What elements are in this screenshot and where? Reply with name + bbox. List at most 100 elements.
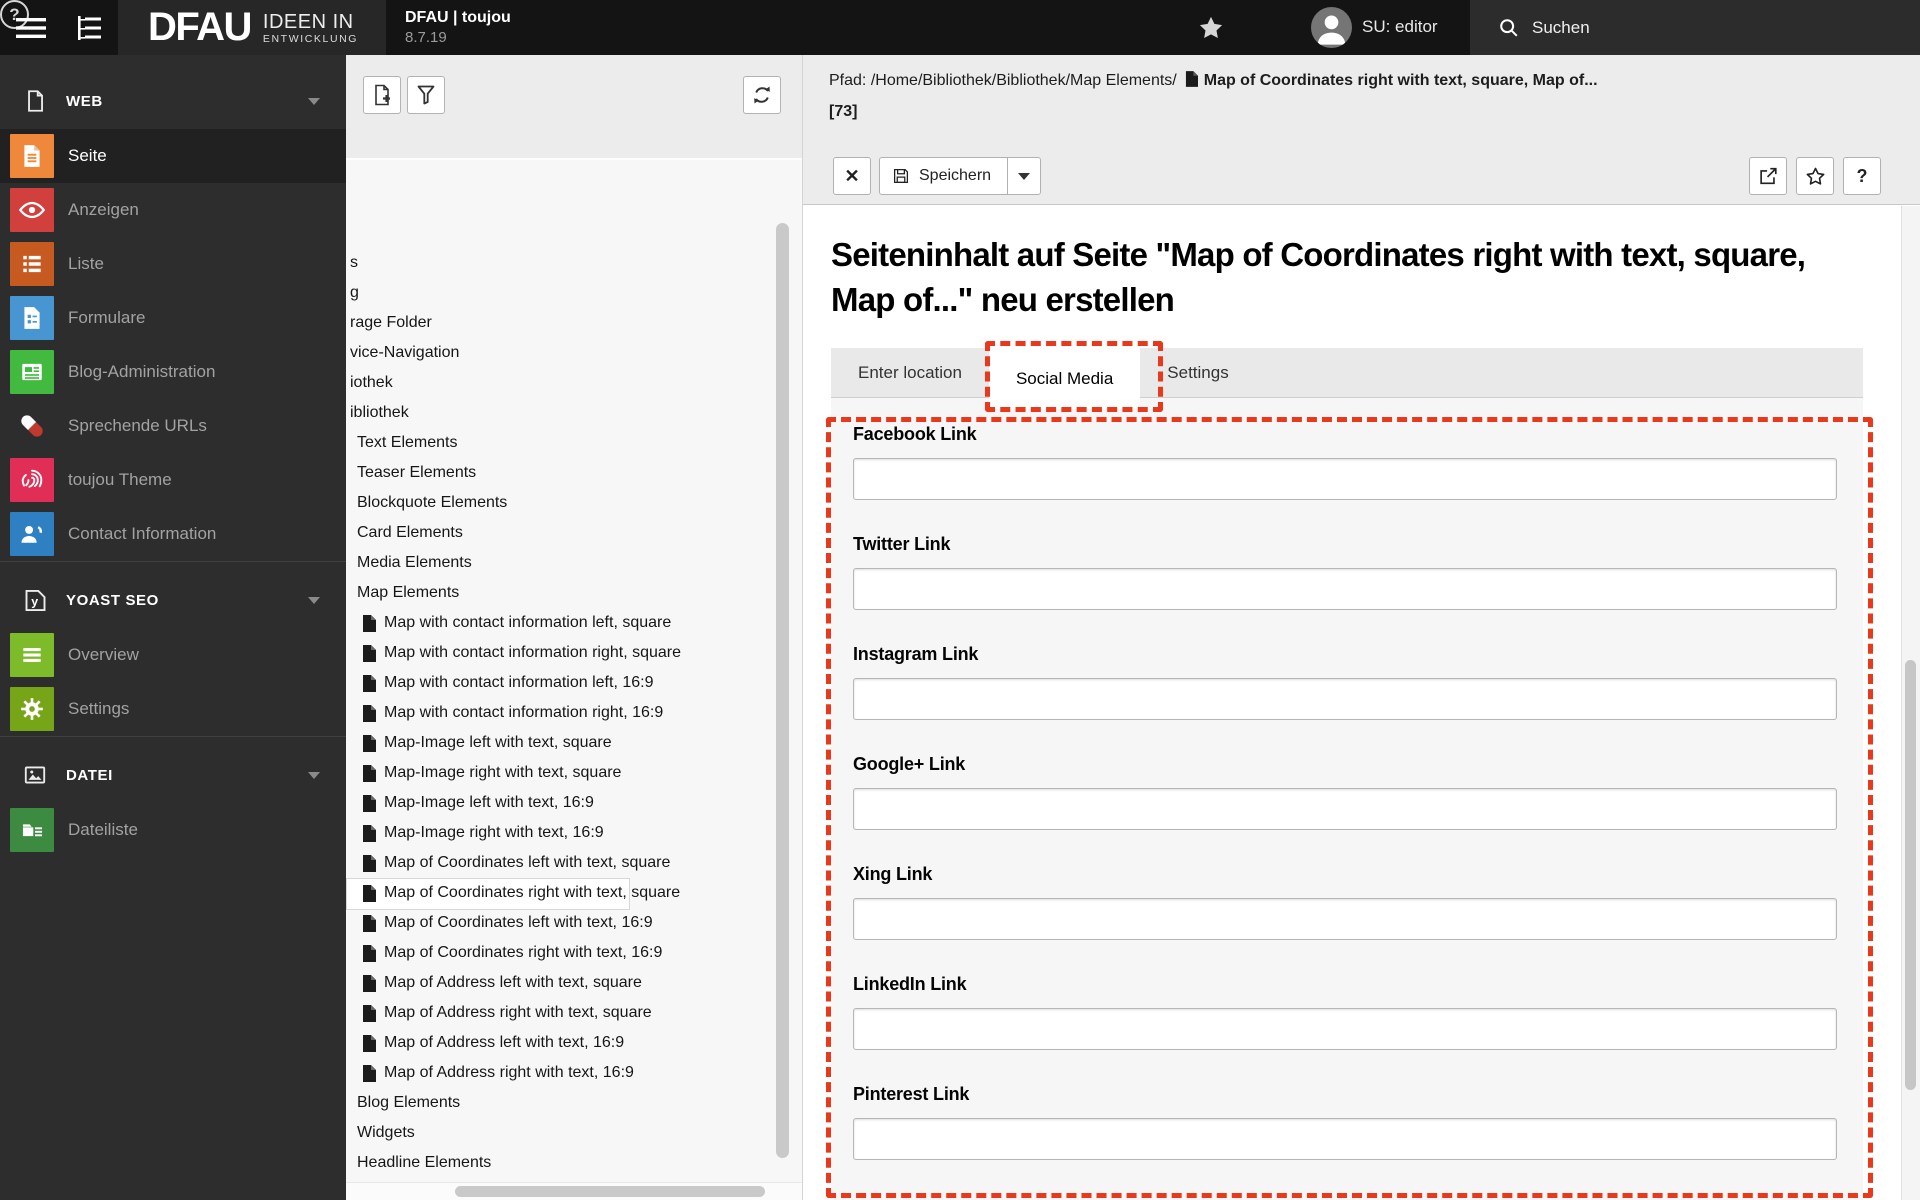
page-file-icon [362, 974, 376, 992]
search-button[interactable]: Suchen [1470, 0, 1920, 55]
sidebar-item-liste[interactable]: Liste [0, 237, 346, 291]
tree-item-vice-navigation[interactable]: vice-Navigation [346, 338, 784, 368]
refresh-icon[interactable] [743, 76, 781, 114]
tree-item-map-image-left-with-text-16-9[interactable]: Map-Image left with text, 16:9 [346, 788, 784, 818]
tree-item-label: Media Elements [357, 554, 472, 571]
tree-item-label: Map of Coordinates left with text, 16:9 [384, 914, 653, 931]
tree-item-map-with-contact-information-right-square[interactable]: Map with contact information right, squa… [346, 638, 784, 668]
docs-list-icon[interactable] [76, 15, 104, 41]
filter-icon[interactable] [407, 76, 445, 114]
tab-enter-location[interactable]: Enter location [831, 348, 989, 398]
sidebar-item-dateiliste[interactable]: Dateiliste [0, 803, 346, 857]
tree-item-map-elements[interactable]: Map Elements [346, 578, 784, 608]
tree-item-blog-elements[interactable]: Blog Elements [346, 1088, 784, 1118]
page-file-icon [362, 854, 376, 872]
tree-item-rage-folder[interactable]: rage Folder [346, 308, 784, 338]
save-label: Speichern [919, 167, 992, 184]
logged-in-user[interactable]: SU: editor [1362, 17, 1438, 37]
tree-item-card-elements[interactable]: Card Elements [346, 518, 784, 548]
sidebar-item-formulare[interactable]: Formulare [0, 291, 346, 345]
dfau-logo: DFAU IDEEN IN ENTWICKLUNG [118, 0, 386, 55]
sidebar-item-anzeigen[interactable]: Anzeigen [0, 183, 346, 237]
close-button[interactable]: ✕ [833, 157, 871, 195]
tree-item-map-of-address-left-with-text-16-9[interactable]: Map of Address left with text, 16:9 [346, 1028, 784, 1058]
tree-item-map-of-coordinates-right-with-text-square[interactable]: Map of Coordinates right with text, squa… [346, 878, 784, 910]
tree-item-headline-elements[interactable]: Headline Elements [346, 1148, 784, 1178]
search-icon [1498, 17, 1520, 39]
tree-item-iothek[interactable]: iothek [346, 368, 784, 398]
tree-item-map-of-coordinates-left-with-text-16-9[interactable]: Map of Coordinates left with text, 16:9 [346, 908, 784, 938]
tree-item-text-elements[interactable]: Text Elements [346, 428, 784, 458]
tree-item-map-with-contact-information-left-16-9[interactable]: Map with contact information left, 16:9 [346, 668, 784, 698]
sidebar-item-seite[interactable]: Seite [0, 129, 346, 183]
page-title: Seiteninhalt auf Seite "Map of Coordinat… [831, 236, 1806, 318]
tree-item-map-with-contact-information-right-16-9[interactable]: Map with contact information right, 16:9 [346, 698, 784, 728]
facebook-link-input[interactable] [853, 458, 1837, 500]
tree-item-g[interactable]: g [346, 278, 784, 308]
save-button[interactable]: Speichern [879, 157, 1009, 195]
tree-item-map-of-address-right-with-text-16-9[interactable]: Map of Address right with text, 16:9 [346, 1058, 784, 1088]
save-options-caret[interactable] [1007, 157, 1042, 195]
content-scrollbar[interactable] [1905, 660, 1916, 1090]
new-page-icon[interactable] [363, 76, 401, 114]
tree-item-s[interactable]: s [346, 248, 784, 278]
instagram-link-input[interactable] [853, 678, 1837, 720]
sidebar-item-sprechende-urls[interactable]: Sprechende URLs [0, 399, 346, 453]
tree-item-widgets[interactable]: Widgets [346, 1118, 784, 1148]
tree-vertical-scrollbar[interactable] [776, 223, 789, 1158]
tree-item-map-image-right-with-text-square[interactable]: Map-Image right with text, square [346, 758, 784, 788]
tree-item-label: Map-Image right with text, square [384, 764, 622, 781]
menu-section-header-web[interactable]: WEB [0, 73, 346, 129]
menu-section-header-yoast-seo[interactable]: y YOAST SEO [0, 572, 346, 628]
help-button[interactable]: ? [1843, 157, 1881, 195]
linkedin-link-input[interactable] [853, 1008, 1837, 1050]
pinterest-link-input[interactable] [853, 1118, 1837, 1160]
page-file-icon [362, 644, 376, 662]
google-link-input[interactable] [853, 788, 1837, 830]
tree-item-map-of-coordinates-right-with-text-16-9[interactable]: Map of Coordinates right with text, 16:9 [346, 938, 784, 968]
twitter-link-input[interactable] [853, 568, 1837, 610]
tab-social-media[interactable]: Social Media [988, 348, 1141, 409]
sidebar-item-blog-administration[interactable]: Blog-Administration [0, 345, 346, 399]
menu-section-header-datei[interactable]: DATEI [0, 747, 346, 803]
open-in-new-window-button[interactable] [1749, 157, 1787, 195]
page-file-icon [362, 794, 376, 812]
menu-lines-icon [10, 633, 54, 677]
chevron-down-icon [308, 771, 320, 779]
field-label-instagram-link: Instagram Link [853, 644, 979, 664]
bookmark-star-icon[interactable] [1197, 14, 1225, 42]
sidebar-item-toujou-theme[interactable]: toujou Theme [0, 453, 346, 507]
tree-item-map-of-address-left-with-text-square[interactable]: Map of Address left with text, square [346, 968, 784, 998]
sidebar-item-label: Formulare [68, 308, 146, 327]
sidebar-item-label: Overview [68, 645, 139, 664]
tree-item-label: ibliothek [350, 404, 409, 421]
sidebar-item-settings[interactable]: Settings [0, 682, 346, 736]
tree-item-map-of-coordinates-left-with-text-square[interactable]: Map of Coordinates left with text, squar… [346, 848, 784, 878]
hamburger-menu-icon[interactable] [16, 18, 46, 38]
tree-item-map-with-contact-information-left-square[interactable]: Map with contact information left, squar… [346, 608, 784, 638]
tree-item-map-of-address-right-with-text-square[interactable]: Map of Address right with text, square [346, 998, 784, 1028]
tree-item-blockquote-elements[interactable]: Blockquote Elements [346, 488, 784, 518]
field-label-google-link: Google+ Link [853, 754, 966, 774]
tree-item-label: s [350, 254, 358, 271]
page-tree-toolbar [346, 55, 802, 160]
tree-item-teaser-elements[interactable]: Teaser Elements [346, 458, 784, 488]
bookmark-star-outline-button[interactable] [1796, 157, 1834, 195]
tree-horizontal-scrollbar[interactable] [455, 1186, 765, 1197]
tab-settings[interactable]: Settings [1140, 348, 1255, 398]
tree-item-label: Blockquote Elements [357, 494, 508, 511]
tree-item-map-image-right-with-text-16-9[interactable]: Map-Image right with text, 16:9 [346, 818, 784, 848]
sidebar-item-contact-information[interactable]: Contact Information [0, 507, 346, 561]
tree-item-map-image-left-with-text-square[interactable]: Map-Image left with text, square [346, 728, 784, 758]
news-icon [10, 350, 54, 394]
tree-item-ibliothek[interactable]: ibliothek [346, 398, 784, 428]
field-instagram-link: Instagram Link [853, 644, 1837, 720]
tree-item-label: Map-Image right with text, 16:9 [384, 824, 604, 841]
sidebar-item-overview[interactable]: Overview [0, 628, 346, 682]
xing-link-input[interactable] [853, 898, 1837, 940]
fingerprint-icon [10, 458, 54, 502]
page-tree-panel: s g rage Folder vice-Navigation iothek ibliot… [346, 55, 802, 1200]
chevron-down-icon [308, 596, 320, 604]
tree-item-media-elements[interactable]: Media Elements [346, 548, 784, 578]
user-avatar[interactable] [1311, 7, 1352, 48]
